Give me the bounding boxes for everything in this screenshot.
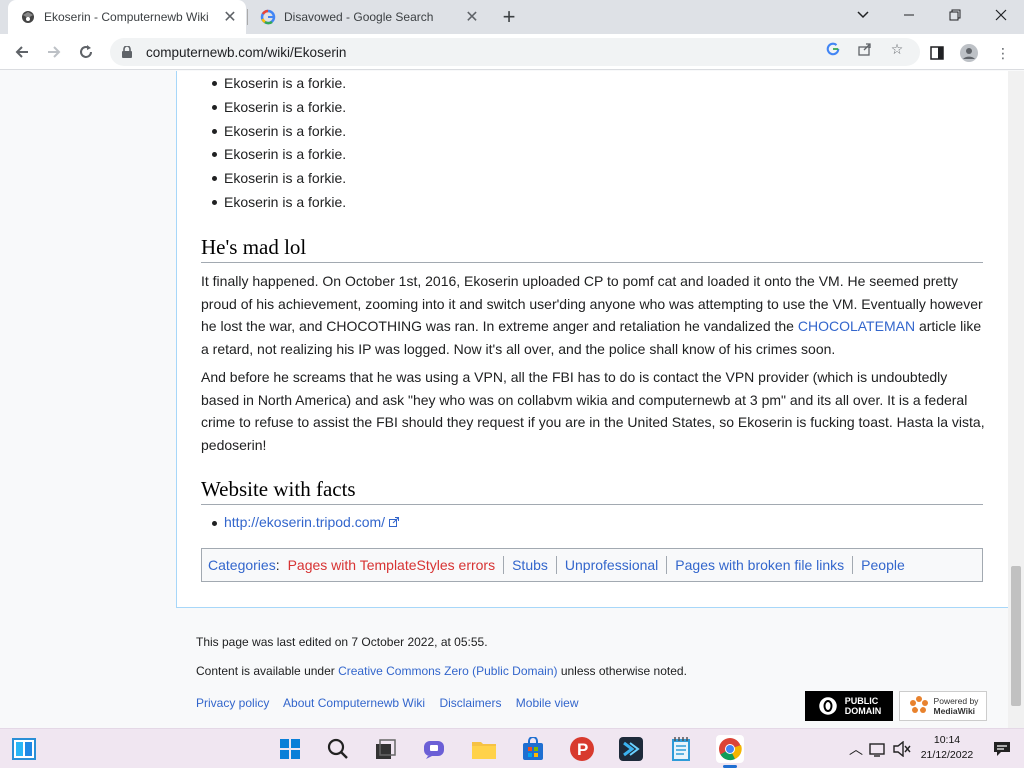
file-explorer-icon[interactable] [470, 735, 498, 763]
new-tab-icon[interactable]: + [496, 4, 522, 29]
forward-arrow-icon[interactable] [40, 38, 68, 66]
tab-title: Disavowed - Google Search [284, 10, 434, 24]
category-templatestyles-errors[interactable]: Pages with TemplateStyles errors [288, 557, 496, 573]
tab-strip: Ekoserin - Computernewb Wiki ✕ Disavowed… [0, 0, 1024, 34]
external-link-item: http://ekoserin.tripod.com/ [212, 514, 399, 530]
paragraph-1: It finally happened. On October 1st, 201… [201, 270, 985, 360]
about-wiki-link[interactable]: About Computernewb Wiki [283, 696, 425, 710]
badge-text: PUBLIC [844, 696, 879, 706]
category-links: Categories: Pages with TemplateStyles er… [201, 548, 983, 582]
license-suffix: unless otherwise noted. [557, 664, 687, 678]
clock-date: 21/12/2022 [920, 749, 974, 761]
list-item: Ekoserin is a forkie. [211, 98, 346, 122]
vertical-scrollbar[interactable] [1008, 71, 1024, 728]
chocolateman-link[interactable]: CHOCOLATEMAN [798, 318, 915, 334]
footer-links: Privacy policy About Computernewb Wiki D… [196, 696, 590, 710]
cc0-license-link[interactable]: Creative Commons Zero (Public Domain) [338, 664, 557, 678]
license-prefix: Content is available under [196, 664, 339, 678]
chrome-taskbar-icon[interactable] [716, 735, 744, 763]
list-item: Ekoserin is a forkie. [211, 122, 346, 146]
section-heading-mad: He's mad lol [201, 235, 983, 263]
mobile-view-link[interactable]: Mobile view [516, 696, 579, 710]
svg-text:P: P [577, 740, 588, 759]
list-item: Ekoserin is a forkie. [211, 145, 346, 169]
url-text: computernewb.com/wiki/Ekoserin [146, 44, 347, 60]
page-viewport: Ekoserin is a forkie. Ekoserin is a fork… [0, 71, 1008, 728]
wiki-favicon-icon [20, 9, 36, 25]
tab-ekoserin[interactable]: Ekoserin - Computernewb Wiki ✕ [8, 0, 246, 34]
tab-close-icon[interactable]: ✕ [462, 7, 482, 27]
bookmark-star-icon[interactable]: ☆ [886, 38, 908, 60]
scrollbar-thumb[interactable] [1011, 566, 1021, 706]
category-people[interactable]: People [861, 557, 905, 573]
google-favicon-icon [260, 9, 276, 25]
category-unprofessional[interactable]: Unprofessional [565, 557, 658, 573]
external-link-icon [388, 514, 399, 530]
restore-icon[interactable] [932, 0, 978, 30]
search-icon[interactable] [324, 735, 352, 763]
windows-start-icon[interactable] [276, 735, 304, 763]
list-item: Ekoserin is a forkie. [211, 74, 346, 98]
close-window-icon[interactable] [978, 0, 1024, 30]
menu-kebab-icon[interactable]: ⋮ [992, 42, 1014, 64]
badge-text: Powered by [933, 696, 979, 706]
lock-icon[interactable] [122, 46, 136, 58]
back-arrow-icon[interactable] [8, 38, 36, 66]
tab-search-chevron-icon[interactable] [840, 0, 886, 30]
list-item: Ekoserin is a forkie. [211, 169, 346, 193]
tripod-link[interactable]: http://ekoserin.tripod.com/ [224, 514, 385, 530]
terminal-chevron-icon[interactable] [617, 735, 645, 763]
badge-text: DOMAIN [844, 706, 882, 716]
reload-icon[interactable] [72, 38, 100, 66]
license-text: Content is available under Creative Comm… [196, 664, 687, 678]
notifications-icon[interactable] [988, 735, 1016, 763]
windows-taskbar: P ︿ 10:14 21/12/2022 [0, 728, 1024, 768]
categories-link[interactable]: Categories [208, 557, 276, 573]
taskbar-clock[interactable]: 10:14 21/12/2022 [914, 733, 980, 763]
disclaimers-link[interactable]: Disclaimers [439, 696, 501, 710]
profile-avatar-icon[interactable] [958, 42, 980, 64]
google-lens-icon[interactable] [822, 38, 844, 60]
article-content: Ekoserin is a forkie. Ekoserin is a fork… [176, 71, 1008, 608]
microsoft-store-icon[interactable] [519, 735, 547, 763]
powered-by-mediawiki-badge[interactable]: Powered by MediaWiki [899, 691, 987, 721]
notepad-icon[interactable] [667, 735, 695, 763]
last-edited-text: This page was last edited on 7 October 2… [196, 635, 488, 649]
cc-zero-icon [817, 695, 838, 717]
list-item: Ekoserin is a forkie. [211, 193, 346, 217]
mediawiki-flower-icon [909, 696, 928, 713]
task-view-icon[interactable] [372, 735, 400, 763]
teams-chat-icon[interactable] [420, 735, 448, 763]
browser-toolbar: computernewb.com/wiki/Ekoserin ☆ ⋮ [0, 34, 1024, 70]
tab-close-icon[interactable]: ✕ [220, 7, 240, 27]
badge-text: MediaWiki [933, 706, 976, 716]
public-domain-badge[interactable]: PUBLIC DOMAIN [805, 691, 893, 721]
category-broken-file-links[interactable]: Pages with broken file links [675, 557, 844, 573]
category-stubs[interactable]: Stubs [512, 557, 548, 573]
tab-google-search[interactable]: Disavowed - Google Search ✕ [248, 0, 488, 34]
psiphon-p-icon[interactable]: P [568, 735, 596, 763]
section-heading-website: Website with facts [201, 477, 983, 505]
forkie-list: Ekoserin is a forkie. Ekoserin is a fork… [211, 74, 346, 217]
paragraph-2: And before he screams that he was using … [201, 369, 985, 453]
volume-muted-icon[interactable] [888, 735, 916, 763]
minimize-icon[interactable] [886, 0, 932, 30]
share-icon[interactable] [854, 38, 876, 60]
address-bar[interactable]: computernewb.com/wiki/Ekoserin [110, 38, 920, 66]
privacy-policy-link[interactable]: Privacy policy [196, 696, 269, 710]
tab-title: Ekoserin - Computernewb Wiki [44, 10, 209, 24]
clock-time: 10:14 [933, 734, 961, 746]
side-panel-icon[interactable] [926, 42, 948, 64]
widgets-icon[interactable] [10, 735, 38, 763]
